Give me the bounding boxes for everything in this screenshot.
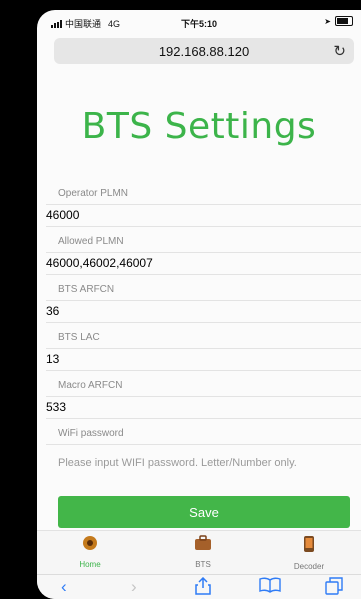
tab-decoder[interactable]: Decoder	[274, 535, 344, 571]
tab-home[interactable]: Home	[55, 535, 125, 569]
forward-icon[interactable]: ›	[131, 577, 137, 597]
macro-arfcn-label: Macro ARFCN	[58, 380, 123, 391]
clock: 下午5:10	[180, 19, 217, 29]
back-icon[interactable]: ‹	[61, 577, 67, 597]
phone-icon	[274, 535, 344, 558]
divider	[46, 300, 361, 301]
divider	[46, 370, 361, 371]
operator-plmn-input[interactable]: 46000	[46, 208, 79, 222]
share-icon[interactable]	[195, 576, 211, 599]
divider	[46, 226, 361, 227]
divider	[46, 252, 361, 253]
location-icon: ➤	[324, 16, 331, 26]
bookmarks-icon[interactable]	[259, 577, 281, 598]
reload-icon[interactable]: ↻	[333, 42, 346, 60]
allowed-plmn-input[interactable]: 46000,46002,46007	[46, 256, 153, 270]
url-text[interactable]: 192.168.88.120	[54, 44, 354, 59]
battery-icon	[335, 16, 353, 26]
divider	[46, 204, 361, 205]
status-bar: 中国联通 4G 下午5:10 ➤	[37, 10, 361, 34]
allowed-plmn-label: Allowed PLMN	[58, 236, 124, 247]
divider	[46, 396, 361, 397]
tabs-icon[interactable]	[325, 577, 343, 599]
divider	[46, 274, 361, 275]
divider	[46, 348, 361, 349]
briefcase-icon	[168, 535, 238, 556]
tab-label: BTS	[195, 560, 211, 569]
bts-arfcn-input[interactable]: 36	[46, 304, 59, 318]
operator-plmn-label: Operator PLMN	[58, 188, 129, 199]
bts-arfcn-label: BTS ARFCN	[58, 284, 115, 295]
wifi-password-label: WiFi password	[58, 428, 124, 439]
macro-arfcn-input[interactable]: 533	[46, 400, 66, 414]
divider	[46, 444, 361, 445]
page-title: BTS Settings	[81, 106, 317, 147]
browser-toolbar: ‹ ›	[37, 574, 361, 599]
bts-lac-label: BTS LAC	[58, 332, 100, 343]
tab-label: Home	[79, 560, 101, 569]
divider	[46, 418, 361, 419]
address-bar[interactable]: 192.168.88.120 ↻	[54, 38, 354, 64]
bottom-tab-bar: Home BTS Decoder	[37, 530, 361, 575]
wifi-password-input[interactable]	[46, 446, 361, 480]
divider	[46, 322, 361, 323]
status-icons: ➤	[324, 16, 353, 26]
bts-lac-input[interactable]: 13	[46, 352, 59, 366]
tab-label: Decoder	[293, 562, 325, 571]
save-button[interactable]: Save	[58, 496, 350, 528]
tab-bts[interactable]: BTS	[168, 535, 238, 569]
phone-screen: 中国联通 4G 下午5:10 ➤ 192.168.88.120 ↻ BTS Se…	[37, 10, 361, 599]
home-icon	[55, 535, 125, 556]
